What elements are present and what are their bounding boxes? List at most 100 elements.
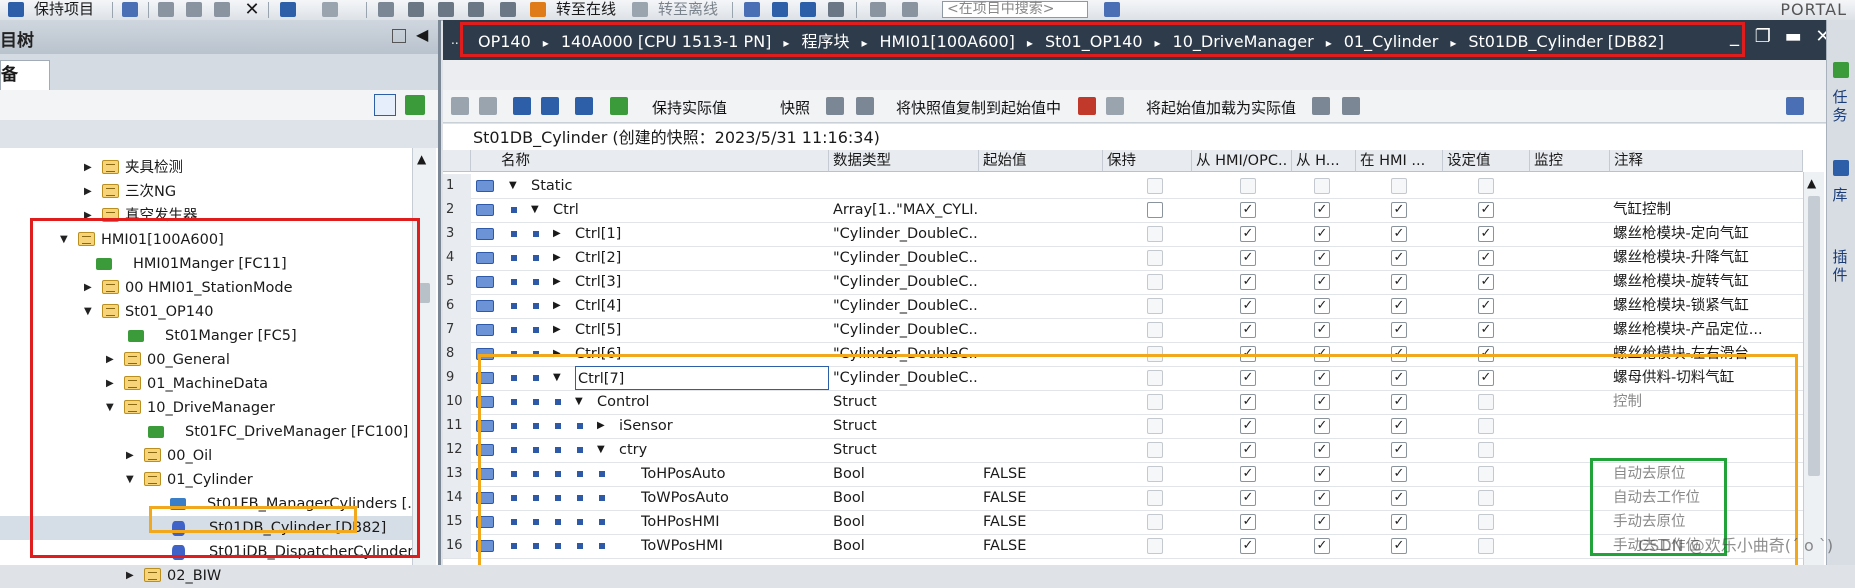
side-tab-libraries[interactable]: 库: [1828, 186, 1852, 204]
stop-cpu-icon[interactable]: [800, 2, 816, 17]
tasks-icon[interactable]: [1833, 62, 1849, 78]
cell-name[interactable]: Ctrl[5]: [575, 318, 845, 342]
undo-icon[interactable]: [280, 2, 296, 17]
expand-arrow-icon[interactable]: ▶: [553, 270, 561, 294]
cell-comment[interactable]: 螺丝枪模块-定向气缸: [1613, 222, 1801, 246]
paste-icon[interactable]: [214, 2, 230, 17]
cell-name[interactable]: Ctrl[2]: [575, 246, 845, 270]
checkbox-keep[interactable]: [1147, 274, 1163, 290]
column-header-comment[interactable]: 注释: [1610, 150, 1803, 172]
table-row[interactable]: 3 ▶ Ctrl[1] "Cylinder_DoubleC... ✓ ✓ ✓ ✓ 螺丝枪模块-定…: [443, 222, 1803, 247]
checkbox-hmi[interactable]: ✓: [1240, 202, 1256, 218]
expand-arrow-icon[interactable]: ▶: [553, 294, 561, 318]
column-header-monitor[interactable]: 监控: [1530, 150, 1610, 172]
scroll-up-icon[interactable]: ▲: [1807, 176, 1816, 190]
cell-comment[interactable]: 螺丝枪模块-产品定位...: [1613, 318, 1801, 342]
checkbox-inhmi[interactable]: ✓: [1391, 274, 1407, 290]
checkbox-setval[interactable]: ✓: [1478, 202, 1494, 218]
column-header-writable-hmi[interactable]: 从 H...: [1292, 150, 1356, 172]
editor-options-icon[interactable]: [1786, 97, 1804, 115]
expand-arrow-icon[interactable]: ▶: [84, 156, 92, 180]
go-offline-icon[interactable]: [632, 2, 648, 17]
cell-name[interactable]: Ctrl: [553, 198, 845, 222]
expand-arrow-icon[interactable]: ▶: [126, 564, 134, 588]
copy-start-icon[interactable]: [1078, 97, 1096, 115]
column-header-start-value[interactable]: 起始值: [979, 150, 1103, 172]
cell-datatype[interactable]: "Cylinder_DoubleC...: [833, 222, 977, 246]
checkbox-keep[interactable]: [1147, 322, 1163, 338]
collapse-arrow-icon[interactable]: ▼: [509, 174, 517, 198]
device-icon[interactable]: [500, 2, 516, 17]
scroll-up-icon[interactable]: ▲: [417, 152, 426, 166]
column-header-datatype[interactable]: 数据类型: [829, 150, 979, 172]
cell-comment[interactable]: [1613, 174, 1801, 198]
keep-actual-values-button[interactable]: 保持实际值: [652, 97, 727, 118]
cell-start-value[interactable]: [983, 294, 1101, 318]
checkbox-setval[interactable]: ✓: [1478, 298, 1494, 314]
cell-datatype[interactable]: "Cylinder_DoubleC...: [833, 294, 977, 318]
compile-icon[interactable]: [378, 2, 394, 17]
cell-start-value[interactable]: [983, 174, 1101, 198]
split-horizontal-icon[interactable]: [870, 2, 886, 17]
download-icon[interactable]: [408, 2, 424, 17]
column-header-accessible-hmi[interactable]: 从 HMI/OPC..: [1192, 150, 1292, 172]
cell-start-value[interactable]: [983, 270, 1101, 294]
cell-name[interactable]: Static: [531, 174, 845, 198]
checkbox-keep[interactable]: [1147, 226, 1163, 242]
checkbox-keep[interactable]: [1147, 298, 1163, 314]
checkbox-inhmi[interactable]: ✓: [1391, 250, 1407, 266]
checkbox-keep[interactable]: [1147, 202, 1163, 218]
column-header-setpoint[interactable]: 设定值: [1443, 150, 1530, 172]
snapshot-button[interactable]: 快照: [780, 97, 810, 118]
side-tab-addins[interactable]: 插件: [1828, 248, 1852, 284]
checkbox-hmi[interactable]: ✓: [1240, 250, 1256, 266]
maximize-icon[interactable]: ▬: [1785, 26, 1802, 47]
cell-start-value[interactable]: [983, 246, 1101, 270]
checkbox-hmi[interactable]: ✓: [1240, 274, 1256, 290]
column-header-visible-hmi[interactable]: 在 HMI ...: [1356, 150, 1443, 172]
monitor-all-icon[interactable]: [575, 97, 593, 115]
add-row-icon[interactable]: [479, 97, 497, 115]
checkbox-keep[interactable]: [1147, 250, 1163, 266]
copy-snapshot-to-start-button[interactable]: 将快照值复制到起始值中: [896, 97, 1061, 118]
float-icon[interactable]: ❐: [1755, 26, 1771, 47]
tree-item[interactable]: ▶ 三次NG: [0, 180, 412, 204]
save-icon[interactable]: [8, 2, 24, 17]
tab-devices[interactable]: 备: [0, 60, 50, 91]
checkbox-fromh[interactable]: ✓: [1314, 226, 1330, 242]
checkbox-fromh[interactable]: ✓: [1314, 298, 1330, 314]
expand-arrow-icon[interactable]: ▶: [553, 318, 561, 342]
checkbox-setval[interactable]: ✓: [1478, 226, 1494, 242]
simulate-icon[interactable]: [468, 2, 484, 17]
checkbox-fromh[interactable]: [1314, 178, 1330, 194]
table-row[interactable]: 7 ▶ Ctrl[5] "Cylinder_DoubleC... ✓ ✓ ✓ ✓ 螺丝枪模块-产…: [443, 318, 1803, 343]
expand-arrow-icon[interactable]: ▶: [553, 222, 561, 246]
collapse-all-icon[interactable]: [541, 97, 559, 115]
table-row[interactable]: 1 ▼ Static: [443, 174, 1803, 199]
checkbox-fromh[interactable]: ✓: [1314, 322, 1330, 338]
cell-start-value[interactable]: [983, 318, 1101, 342]
start-value-icon[interactable]: [1312, 97, 1330, 115]
scroll-thumb[interactable]: [1808, 196, 1820, 476]
checkbox-fromh[interactable]: ✓: [1314, 274, 1330, 290]
overview-icon[interactable]: [374, 94, 396, 116]
collapse-arrow-icon[interactable]: ▼: [531, 198, 539, 222]
checkbox-setval[interactable]: ✓: [1478, 250, 1494, 266]
table-row[interactable]: 6 ▶ Ctrl[4] "Cylinder_DoubleC... ✓ ✓ ✓ ✓ 螺丝枪模块-锁…: [443, 294, 1803, 319]
cell-comment[interactable]: 气缸控制: [1613, 198, 1801, 222]
table-row[interactable]: 5 ▶ Ctrl[3] "Cylinder_DoubleC... ✓ ✓ ✓ ✓ 螺丝枪模块-旋…: [443, 270, 1803, 295]
checkbox-fromh[interactable]: ✓: [1314, 250, 1330, 266]
checkbox-hmi[interactable]: ✓: [1240, 322, 1256, 338]
start-cpu-icon[interactable]: [772, 2, 788, 17]
monitor-icon[interactable]: [610, 97, 628, 115]
accessible-devices-icon[interactable]: [744, 2, 760, 17]
checkbox-hmi[interactable]: ✓: [1240, 226, 1256, 242]
load-start-icon[interactable]: [1106, 97, 1124, 115]
go-online-button[interactable]: 转至在线: [556, 0, 616, 18]
checkbox-inhmi[interactable]: ✓: [1391, 202, 1407, 218]
cross-reference-icon[interactable]: [828, 2, 844, 17]
checkbox-inhmi[interactable]: ✓: [1391, 298, 1407, 314]
table-row[interactable]: 2 ▼ Ctrl Array[1.."MAX_CYLI... ✓ ✓ ✓ ✓ 气缸控制: [443, 198, 1803, 223]
checkbox-hmi[interactable]: [1240, 178, 1256, 194]
project-search-input[interactable]: <在项目中搜索>: [942, 1, 1088, 18]
